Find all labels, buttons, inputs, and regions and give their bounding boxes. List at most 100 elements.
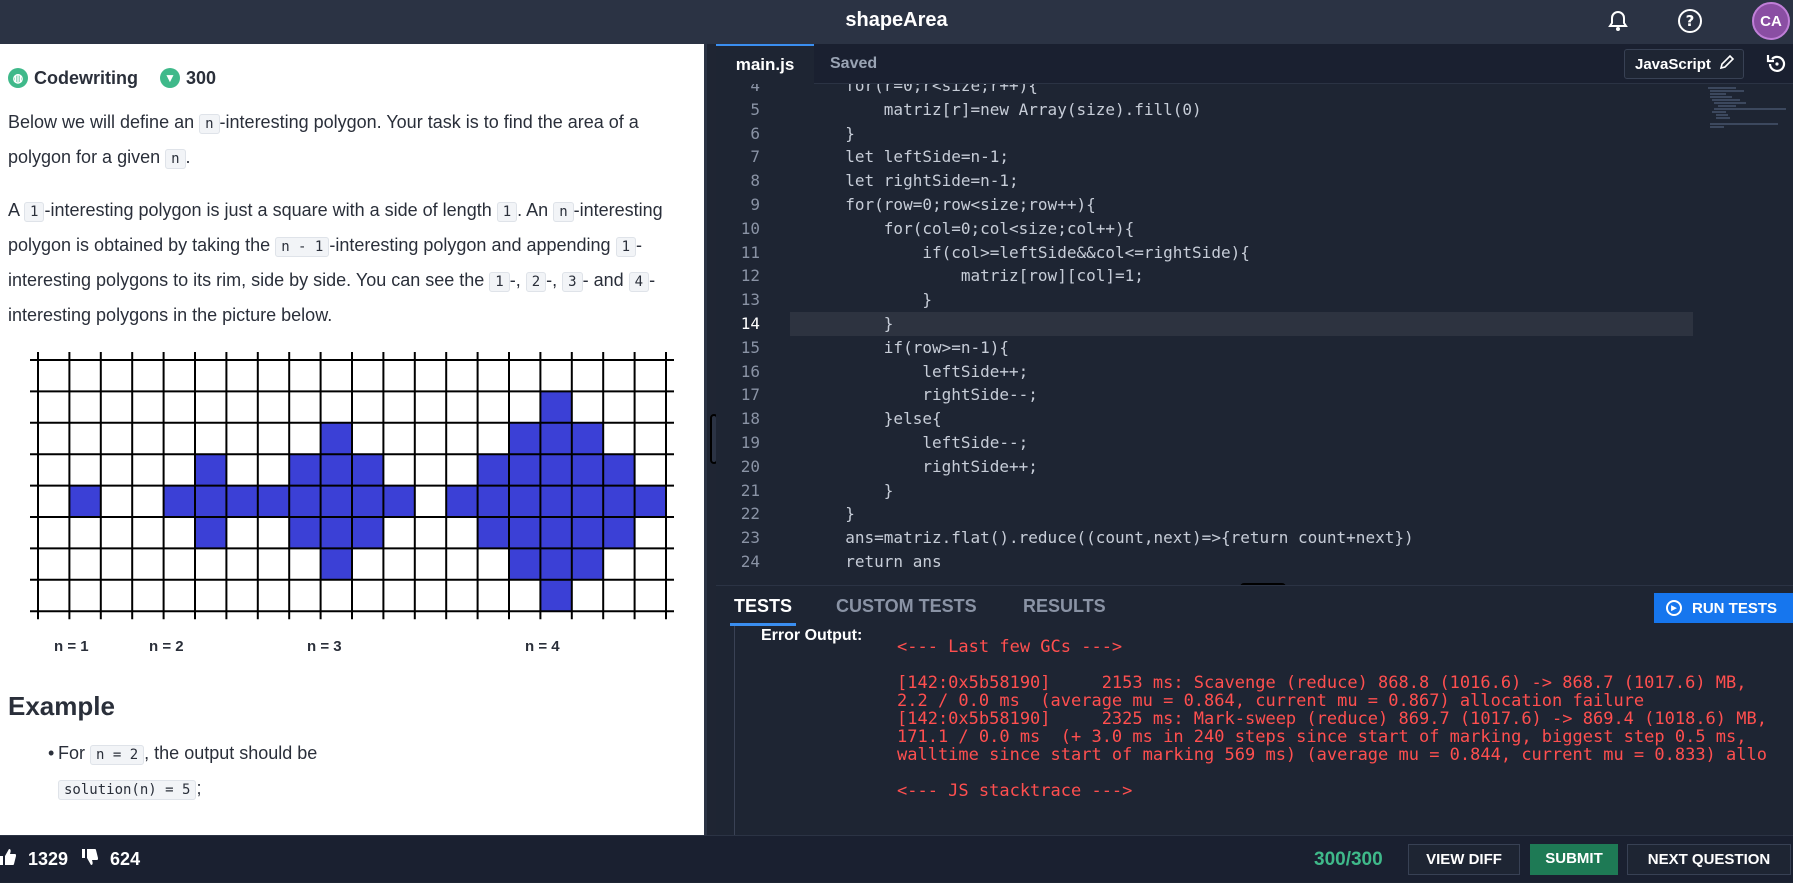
code-text: leftSide++; [826,361,1029,381]
code-text: let leftSide=n-1; [826,147,1010,167]
code-line[interactable]: 13 } [716,288,1793,312]
page-title: shapeArea [845,9,948,31]
text: For [58,743,91,763]
code-text: ans=matriz.flat().reduce((count,next)=>{… [826,528,1414,548]
inline-code: n - 1 [275,237,330,257]
tab-custom-tests[interactable]: CUSTOM TESTS [836,586,977,626]
inline-code: n [165,149,186,169]
code-editor[interactable]: main.js Saved JavaScript 4 for(r=0;r<siz… [716,44,1793,591]
error-output-text: <--- Last few GCs ---> [142:0x5b58190] 2… [897,637,1767,801]
polygon-cell [540,517,572,549]
tab-tests[interactable]: TESTS [729,586,797,626]
code-text: matriz[row][col]=1; [826,266,1144,286]
score-value: 300 [1314,849,1346,870]
polygon-cell [163,485,195,517]
polygon-cell [320,422,352,455]
polygon-cell [571,548,604,580]
polygon-cell [603,454,635,486]
active-line-highlight [790,312,1693,336]
code-line[interactable]: 24 return ans [716,550,1793,574]
text: - and [582,270,629,290]
inline-code: 1 [24,202,45,222]
line-number: 9 [750,195,760,214]
code-line[interactable]: 22 } [716,502,1793,526]
code-text: } [826,504,855,524]
polygon-cell [509,485,541,517]
thumbs-up-icon[interactable] [0,848,16,871]
code-line[interactable]: 15 if(row>=n-1){ [716,336,1793,360]
line-number: 13 [740,290,760,310]
code-minimap[interactable] [1696,84,1786,184]
problem-header: ◍ Codewriting ▼ 300 [8,64,696,92]
code-text: leftSide--; [826,433,1029,452]
bell-icon[interactable] [1603,6,1633,36]
code-line[interactable]: 20 rightSide++; [716,455,1793,479]
editor-tab-bar: main.js Saved JavaScript [716,44,1793,84]
inline-code: n [199,114,220,134]
code-line[interactable]: 18 }else{ [716,407,1793,431]
polygon-cell [571,485,604,517]
problem-paragraph-2: A 1 -interesting polygon is just a square… [8,194,696,332]
help-icon[interactable]: ? [1675,6,1705,36]
inline-code: n = 2 [90,745,145,765]
text: . [185,147,191,167]
code-line[interactable]: 8 let rightSide=n-1; [716,169,1793,193]
polygon-cell [509,548,541,580]
polygon-cell [320,548,352,580]
line-number: 21 [740,480,760,500]
line-number: 6 [750,123,760,143]
polygon-cell [195,485,227,517]
code-text: rightSide++; [826,456,1038,476]
inline-code: 1 [615,237,636,257]
code-line[interactable]: 19 leftSide--; [716,431,1793,455]
view-diff-button[interactable]: VIEW DIFF [1408,844,1520,875]
polygon-cell [603,517,635,549]
code-text: let rightSide=n-1; [826,171,1019,191]
line-number: 24 [740,552,760,571]
code-line[interactable]: 17 rightSide--; [716,383,1793,407]
run-tests-button[interactable]: ▶ RUN TESTS [1654,593,1793,623]
polygon-cell [289,454,321,486]
polygon-cell [540,485,572,517]
text: A [8,200,25,220]
code-text: matriz[r]=new Array(size).fill(0) [826,99,1202,119]
submit-button[interactable]: SUBMIT [1530,844,1618,875]
reset-icon[interactable] [1765,52,1789,76]
code-line[interactable]: 9 for(row=0;row<size;row++){ [716,193,1793,217]
text: -, [509,270,526,290]
panel-splitter[interactable] [704,44,718,835]
figure-label-n2: n = 2 [149,638,184,655]
language-selector[interactable]: JavaScript [1624,49,1744,79]
run-tests-label: RUN TESTS [1692,599,1778,617]
line-number: 15 [740,337,760,357]
score: 300/300 [1314,836,1383,883]
polygon-cell [289,517,321,549]
thumbs-down-icon[interactable] [82,848,99,871]
avatar[interactable]: CA [1752,2,1790,40]
footer-bar: 1329 624 300/300 VIEW DIFF SUBMIT NEXT Q… [0,835,1793,882]
code-line[interactable]: 14 } [716,312,1793,336]
code-line[interactable]: 21 } [716,479,1793,503]
tab-results[interactable]: RESULTS [1023,586,1106,626]
figure-label-n4: n = 4 [525,638,560,655]
code-line[interactable]: 23 ans=matriz.flat().reduce((count,next)… [716,526,1793,550]
code-line[interactable]: 12 matriz[row][col]=1; [716,264,1793,288]
code-line[interactable]: 6 } [716,122,1793,146]
code-line[interactable]: 16 leftSide++; [716,360,1793,384]
code-line[interactable]: 4 for(r=0;r<size;r++){ [716,84,1793,98]
inline-code: 3 [562,272,583,292]
code-line[interactable]: 7 let leftSide=n-1; [716,145,1793,169]
code-area[interactable]: 4 for(r=0;r<size;r++){5 matriz[r]=new Ar… [716,84,1793,585]
polygon-cell [226,485,258,517]
polygon-cell [352,517,384,549]
file-tab-main[interactable]: main.js [716,44,814,84]
problem-paragraph-1: Below we will define an n -interesting po… [8,106,696,176]
code-line[interactable]: 10 for(col=0;col<size;col++){ [716,217,1793,241]
next-question-button[interactable]: NEXT QUESTION [1627,844,1791,875]
code-text: return ans [826,552,942,571]
code-line[interactable]: 5 matriz[r]=new Array(size).fill(0) [716,98,1793,122]
code-line[interactable]: 11 if(col>=leftSide&&col<=rightSide){ [716,241,1793,265]
inline-code: 4 [628,272,650,292]
dislikes-count: 624 [110,849,141,869]
text: -, [546,270,563,290]
